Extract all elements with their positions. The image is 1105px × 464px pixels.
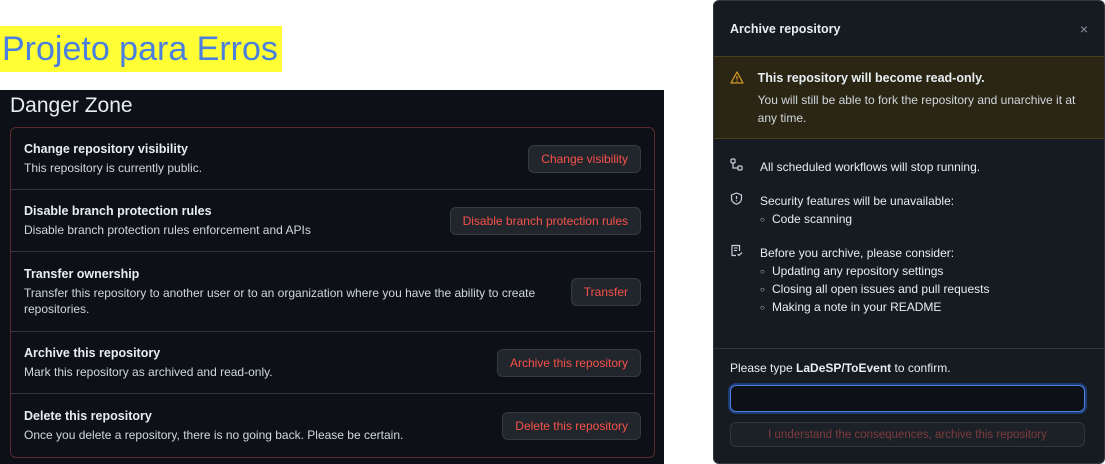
page-title: Projeto para Erros [0, 26, 282, 72]
dialog-item-consider: Before you archive, please consider: Upd… [714, 244, 1104, 317]
warning-banner: This repository will become read-only. Y… [714, 56, 1104, 139]
danger-zone-box: Change repository visibility This reposi… [10, 127, 655, 458]
confirm-prefix: Please type [730, 361, 797, 375]
row-transfer-ownership: Transfer ownership Transfer this reposit… [11, 252, 654, 332]
list-item: Closing all open issues and pull request… [760, 280, 989, 299]
confirm-suffix: to confirm. [891, 361, 951, 375]
dialog-item-text: Before you archive, please consider: [760, 246, 955, 260]
dialog-item-workflows: All scheduled workflows will stop runnin… [714, 158, 1104, 176]
warning-title: This repository will become read-only. [757, 71, 985, 85]
row-archive-repository: Archive this repository Mark this reposi… [11, 332, 654, 394]
alert-icon [730, 71, 750, 138]
row-description: Once you delete a repository, there is n… [24, 427, 404, 442]
transfer-button[interactable]: Transfer [570, 277, 641, 306]
archive-repository-dialog: Archive repository × This repository wil… [713, 0, 1105, 464]
dialog-footer: Please type LaDeSP/ToEvent to confirm. I… [714, 348, 1104, 447]
archive-repository-button[interactable]: Archive this repository [496, 348, 641, 377]
danger-zone-heading: Danger Zone [10, 94, 133, 117]
workflow-icon [730, 158, 752, 176]
danger-zone-panel: Danger Zone Change repository visibility… [0, 90, 664, 464]
row-description: Transfer this repository to another user… [24, 285, 536, 316]
confirm-repo-name: LaDeSP/ToEvent [796, 361, 892, 375]
change-visibility-button[interactable]: Change visibility [528, 144, 641, 173]
list-item: Making a note in your README [760, 298, 989, 317]
row-description: Disable branch protection rules enforcem… [24, 222, 311, 237]
confirm-instructions: Please type LaDeSP/ToEvent to confirm. [730, 361, 1088, 375]
row-title: Transfer ownership [24, 266, 140, 281]
row-title: Change repository visibility [24, 141, 188, 156]
row-delete-repository: Delete this repository Once you delete a… [11, 394, 654, 457]
warning-text: You will still be able to fork the repos… [757, 93, 1076, 125]
row-title: Disable branch protection rules [24, 203, 212, 218]
dialog-title: Archive repository [730, 21, 841, 36]
row-change-visibility: Change repository visibility This reposi… [11, 128, 654, 190]
row-title: Archive this repository [24, 345, 161, 360]
list-item: Updating any repository settings [760, 262, 989, 281]
close-icon[interactable]: × [1080, 21, 1088, 37]
checklist-icon [730, 244, 752, 316]
dialog-header: Archive repository × [714, 1, 1104, 56]
delete-repository-button[interactable]: Delete this repository [502, 411, 641, 440]
row-description: Mark this repository as archived and rea… [24, 364, 273, 379]
shield-icon [730, 192, 752, 228]
disable-branch-protection-button[interactable]: Disable branch protection rules [449, 206, 641, 235]
list-item: Code scanning [760, 210, 954, 229]
confirm-archive-button[interactable]: I understand the consequences, archive t… [730, 422, 1085, 447]
dialog-item-security: Security features will be unavailable: C… [714, 192, 1104, 229]
row-description: This repository is currently public. [24, 160, 203, 175]
row-disable-branch-protection: Disable branch protection rules Disable … [11, 190, 654, 252]
row-title: Delete this repository [24, 408, 152, 423]
dialog-item-text: Security features will be unavailable: [760, 194, 955, 208]
dialog-item-text: All scheduled workflows will stop runnin… [760, 160, 981, 174]
confirm-repo-input[interactable] [730, 385, 1085, 412]
